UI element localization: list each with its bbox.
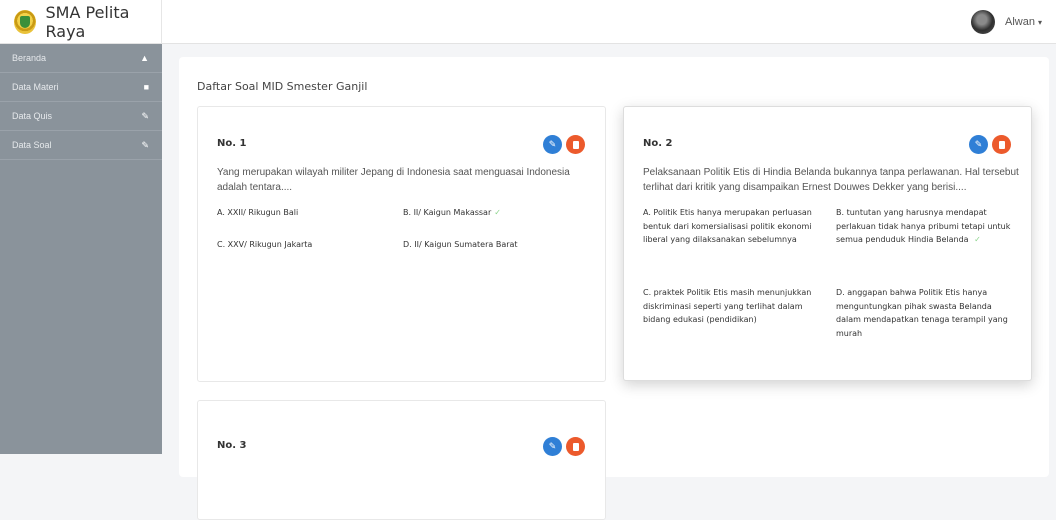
edit-button[interactable]: ✎ bbox=[543, 135, 562, 154]
pencil-icon: ✎ bbox=[141, 110, 149, 121]
avatar[interactable] bbox=[971, 10, 996, 34]
question-text: Pelaksanaan Politik Etis di Hindia Belan… bbox=[643, 167, 1019, 193]
app-name: SMA Pelita Raya bbox=[45, 3, 130, 41]
question-number: No. 2 bbox=[643, 138, 673, 149]
sidebar-item-data-soal[interactable]: Data Soal ✎ bbox=[0, 131, 162, 160]
page-title: Daftar Soal MID Smester Ganjil bbox=[197, 80, 368, 93]
main-panel: Daftar Soal MID Smester Ganjil No. 1 ✎ Y… bbox=[179, 57, 1049, 520]
check-icon: ✓ bbox=[494, 208, 501, 217]
question-number: No. 3 bbox=[217, 440, 247, 451]
option-c: C. praktek Politik Etis masih menunjukka… bbox=[643, 288, 812, 324]
option-d: D. II/ Kaigun Sumatera Barat bbox=[403, 240, 518, 249]
sidebar-item-label: Data Quis bbox=[12, 111, 53, 121]
book-icon: ■ bbox=[143, 82, 149, 92]
trash-icon bbox=[998, 140, 1005, 149]
check-icon: ✓ bbox=[974, 235, 981, 244]
pencil-icon: ✎ bbox=[141, 139, 149, 150]
edit-button[interactable]: ✎ bbox=[969, 135, 988, 154]
question-card: No. 2 ✎ Pelaksanaan Politik Etis di Hind… bbox=[623, 106, 1032, 381]
user-name[interactable]: Alwan bbox=[1005, 16, 1035, 28]
pencil-icon: ✎ bbox=[974, 139, 983, 149]
sidebar-item-label: Data Materi bbox=[12, 82, 59, 92]
pencil-icon: ✎ bbox=[548, 441, 557, 451]
option-d: D. anggapan bahwa Politik Etis hanya men… bbox=[836, 288, 1008, 338]
delete-button[interactable] bbox=[992, 135, 1011, 154]
question-card: No. 1 ✎ Yang merupakan wilayah militer J… bbox=[197, 106, 606, 382]
option-b: B. tuntutan yang harusnya mendapat perla… bbox=[836, 208, 1011, 244]
trash-icon bbox=[572, 442, 579, 451]
option-a: A. XXII/ Rikugun Bali bbox=[217, 208, 299, 217]
chevron-down-icon[interactable]: ▾ bbox=[1038, 18, 1042, 27]
edit-button[interactable]: ✎ bbox=[543, 437, 562, 456]
question-text: Yang merupakan wilayah militer Jepang di… bbox=[217, 167, 570, 193]
home-icon: ▲ bbox=[140, 53, 149, 63]
school-logo-icon bbox=[14, 10, 36, 34]
sidebar-item-beranda[interactable]: Beranda ▲ bbox=[0, 44, 162, 73]
user-menu[interactable]: Alwan ▾ bbox=[971, 10, 1042, 34]
sidebar: Beranda ▲ Data Materi ■ Data Quis ✎ Data… bbox=[0, 44, 162, 454]
sidebar-item-data-materi[interactable]: Data Materi ■ bbox=[0, 73, 162, 102]
sidebar-item-data-quis[interactable]: Data Quis ✎ bbox=[0, 102, 162, 131]
question-card: No. 3 ✎ bbox=[197, 400, 606, 520]
option-a: A. Politik Etis hanya merupakan perluasa… bbox=[643, 208, 812, 244]
pencil-icon: ✎ bbox=[548, 139, 557, 149]
question-number: No. 1 bbox=[217, 138, 247, 149]
option-c: C. XXV/ Rikugun Jakarta bbox=[217, 240, 313, 249]
top-navbar: SMA Pelita Raya Alwan ▾ bbox=[0, 0, 1056, 44]
option-b: B. II/ Kaigun Makassar ✓ bbox=[403, 208, 501, 217]
delete-button[interactable] bbox=[566, 135, 585, 154]
sidebar-item-label: Data Soal bbox=[12, 140, 52, 150]
delete-button[interactable] bbox=[566, 437, 585, 456]
sidebar-item-label: Beranda bbox=[12, 53, 47, 63]
brand[interactable]: SMA Pelita Raya bbox=[0, 0, 162, 44]
trash-icon bbox=[572, 140, 579, 149]
